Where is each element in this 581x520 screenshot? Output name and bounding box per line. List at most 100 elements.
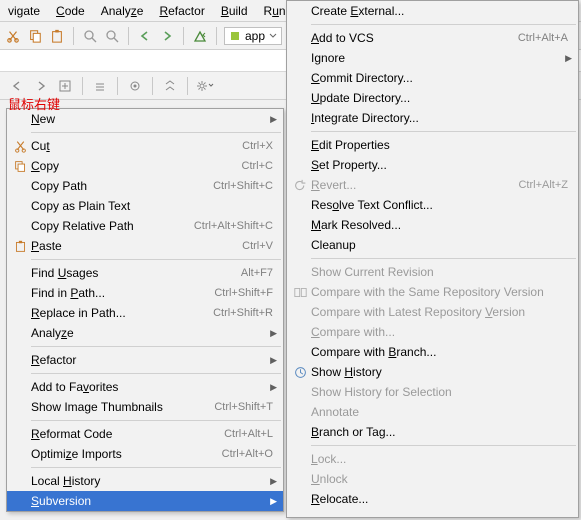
menu-shortcut: Ctrl+Shift+R	[213, 307, 277, 319]
menu-item-label: Annotate	[309, 405, 572, 419]
menu-separator	[31, 373, 281, 374]
menu-separator	[31, 420, 281, 421]
right-arrow-icon[interactable]	[32, 77, 50, 95]
build-icon[interactable]	[191, 27, 209, 45]
toolbar-separator	[216, 27, 217, 45]
menu-item-optimize-imports[interactable]: Optimize ImportsCtrl+Alt+O	[7, 444, 283, 464]
menu-separator	[31, 132, 281, 133]
menu-item-integrate-directory[interactable]: Integrate Directory...	[287, 108, 578, 128]
menu-item-show-history-for-selection: Show History for Selection	[287, 382, 578, 402]
menu-item-add-to-vcs[interactable]: Add to VCSCtrl+Alt+A	[287, 28, 578, 48]
search-icon[interactable]	[103, 27, 121, 45]
menu-item-edit-properties[interactable]: Edit Properties	[287, 135, 578, 155]
menu-item-label: Set Property...	[309, 158, 572, 172]
menu-item-local-history[interactable]: Local History▶	[7, 471, 283, 491]
menu-item-cleanup[interactable]: Cleanup	[287, 235, 578, 255]
menu-item-show-history[interactable]: Show History	[287, 362, 578, 382]
submenu-arrow-icon: ▶	[267, 355, 277, 366]
menu-item-label: Ignore	[309, 51, 562, 65]
menu-item-find-in-path[interactable]: Find in Path...Ctrl+Shift+F	[7, 283, 283, 303]
menu-item-label: Copy as Plain Text	[29, 199, 277, 213]
menu-item-cut[interactable]: CutCtrl+X	[7, 136, 283, 156]
menu-separator	[311, 24, 576, 25]
menubar-item[interactable]: vigate	[0, 2, 48, 20]
back-icon[interactable]	[136, 27, 154, 45]
menu-item-refactor[interactable]: Refactor▶	[7, 350, 283, 370]
cut-icon[interactable]	[4, 27, 22, 45]
menu-item-label: Reformat Code	[29, 427, 224, 441]
menu-item-label: Add to VCS	[309, 31, 518, 45]
menu-shortcut: Ctrl+Shift+C	[213, 180, 277, 192]
menu-item-compare-with-the-same-repository-version: Compare with the Same Repository Version	[287, 282, 578, 302]
menu-item-mark-resolved[interactable]: Mark Resolved...	[287, 215, 578, 235]
menu-item-subversion[interactable]: Subversion▶	[7, 491, 283, 511]
menu-item-label: Refactor	[29, 353, 267, 367]
menu-item-resolve-text-conflict[interactable]: Resolve Text Conflict...	[287, 195, 578, 215]
menu-item-label: Compare with Branch...	[309, 345, 572, 359]
menu-item-copy-as-plain-text[interactable]: Copy as Plain Text	[7, 196, 283, 216]
menu-item-label: Find in Path...	[29, 286, 214, 300]
android-icon	[229, 30, 241, 42]
paste-icon	[11, 240, 29, 253]
left-arrow-icon[interactable]	[8, 77, 26, 95]
menubar-item[interactable]: Build	[213, 2, 256, 20]
menu-item-create-external[interactable]: Create External...	[287, 1, 578, 21]
toolbar-separator	[183, 27, 184, 45]
menu-item-label: Show History for Selection	[309, 385, 572, 399]
menu-item-copy-path[interactable]: Copy PathCtrl+Shift+C	[7, 176, 283, 196]
paste-icon[interactable]	[48, 27, 66, 45]
menu-item-label: Optimize Imports	[29, 447, 222, 461]
add-icon[interactable]	[56, 77, 74, 95]
menu-item-analyze[interactable]: Analyze▶	[7, 323, 283, 343]
menu-item-label: Branch or Tag...	[309, 425, 572, 439]
menu-item-update-directory[interactable]: Update Directory...	[287, 88, 578, 108]
menu-item-ignore[interactable]: Ignore▶	[287, 48, 578, 68]
menu-item-commit-directory[interactable]: Commit Directory...	[287, 68, 578, 88]
menu-item-replace-in-path[interactable]: Replace in Path...Ctrl+Shift+R	[7, 303, 283, 323]
menu-item-relocate[interactable]: Relocate...	[287, 489, 578, 509]
menubar-item[interactable]: Code	[48, 2, 93, 20]
menu-item-label: Integrate Directory...	[309, 111, 572, 125]
menu-item-add-to-favorites[interactable]: Add to Favorites▶	[7, 377, 283, 397]
menu-item-find-usages[interactable]: Find UsagesAlt+F7	[7, 263, 283, 283]
menu-item-reformat-code[interactable]: Reformat CodeCtrl+Alt+L	[7, 424, 283, 444]
menubar-item[interactable]: Analyze	[93, 2, 152, 20]
menu-separator	[31, 346, 281, 347]
menu-item-paste[interactable]: PasteCtrl+V	[7, 236, 283, 256]
menu-item-annotate: Annotate	[287, 402, 578, 422]
menu-shortcut: Ctrl+Alt+Shift+C	[194, 220, 277, 232]
menu-item-lock: Lock...	[287, 449, 578, 469]
expand-icon[interactable]	[91, 77, 109, 95]
menu-shortcut: Ctrl+Shift+T	[214, 401, 277, 413]
gear-icon[interactable]	[196, 77, 214, 95]
menu-item-copy[interactable]: CopyCtrl+C	[7, 156, 283, 176]
run-config-label: app	[245, 29, 265, 43]
collapse-all-icon[interactable]	[161, 77, 179, 95]
menu-item-copy-relative-path[interactable]: Copy Relative PathCtrl+Alt+Shift+C	[7, 216, 283, 236]
search-plus-icon[interactable]	[81, 27, 99, 45]
menu-item-label: Resolve Text Conflict...	[309, 198, 572, 212]
menu-item-label: Replace in Path...	[29, 306, 213, 320]
copy-icon[interactable]	[26, 27, 44, 45]
menu-item-branch-or-tag[interactable]: Branch or Tag...	[287, 422, 578, 442]
toolbar-separator	[73, 27, 74, 45]
menu-item-label: Update Directory...	[309, 91, 572, 105]
submenu-arrow-icon: ▶	[267, 496, 277, 507]
menu-item-set-property[interactable]: Set Property...	[287, 155, 578, 175]
context-menu-main: New ▶ CutCtrl+XCopyCtrl+CCopy PathCtrl+Shi…	[6, 108, 284, 512]
menu-item-compare-with-branch[interactable]: Compare with Branch...	[287, 342, 578, 362]
menu-item-label: Show Image Thumbnails	[29, 400, 214, 414]
menu-item-revert: Revert...Ctrl+Alt+Z	[287, 175, 578, 195]
history-icon	[291, 366, 309, 379]
run-config-dropdown[interactable]: app	[224, 27, 282, 45]
menu-item-label: Mark Resolved...	[309, 218, 572, 232]
menu-item-show-image-thumbnails[interactable]: Show Image ThumbnailsCtrl+Shift+T	[7, 397, 283, 417]
menubar-item[interactable]: Refactor	[151, 2, 212, 20]
menu-item-label: Revert...	[309, 178, 518, 192]
locate-icon[interactable]	[126, 77, 144, 95]
menu-item-compare-with: Compare with...	[287, 322, 578, 342]
menu-shortcut: Ctrl+Alt+O	[222, 448, 277, 460]
menu-item-label: New	[29, 112, 267, 126]
cut-icon	[11, 140, 29, 153]
forward-icon[interactable]	[158, 27, 176, 45]
